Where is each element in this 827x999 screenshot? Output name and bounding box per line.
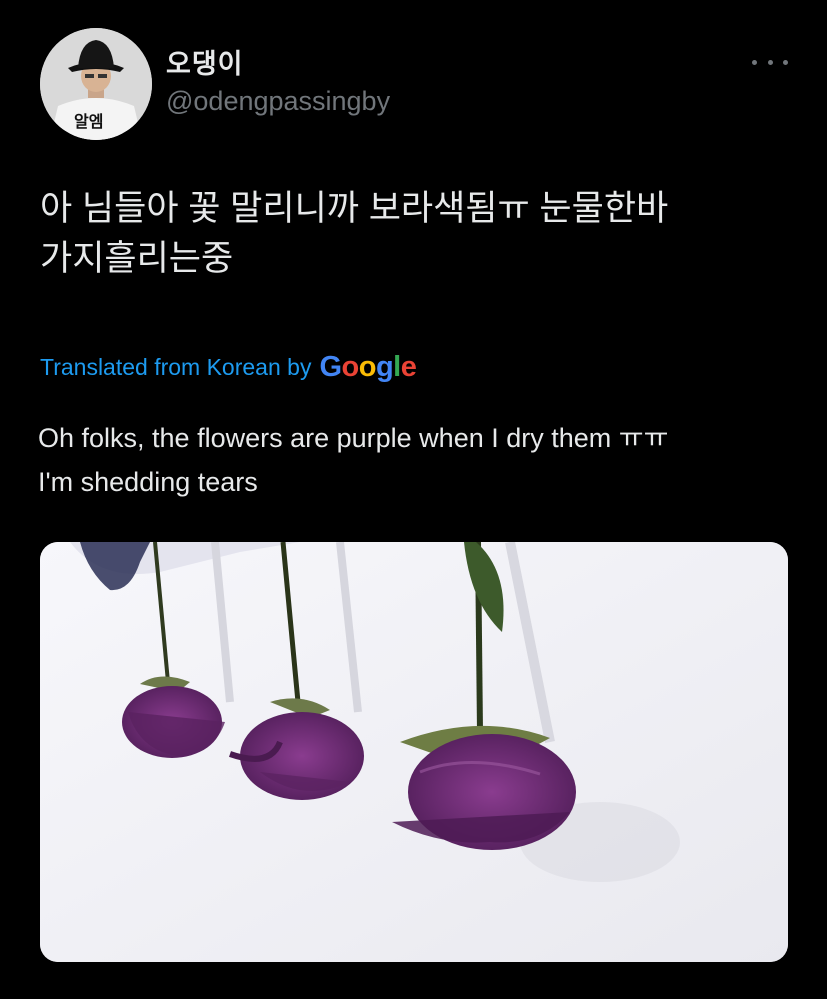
more-dot: [783, 59, 788, 65]
google-letter-g: G: [319, 350, 342, 383]
google-logo: Google: [319, 351, 416, 384]
tweet-photo[interactable]: [40, 542, 788, 962]
display-name[interactable]: 오댕이: [166, 42, 244, 81]
translation-attribution[interactable]: Translated from Korean by Google: [40, 350, 417, 384]
translated-text: Oh folks, the flowers are purple when I …: [38, 416, 808, 504]
more-horizontal-icon: [752, 59, 757, 65]
translated-from-label: Translated from Korean by: [40, 353, 312, 380]
google-letter-o1: o: [341, 350, 360, 383]
avatar[interactable]: 알엠: [40, 28, 152, 140]
translated-text-line-1: Oh folks, the flowers are purple when I …: [38, 423, 669, 453]
google-letter-e: e: [400, 350, 417, 383]
more-options-button[interactable]: [752, 50, 788, 74]
avatar-shirt-text: 알엠: [74, 112, 104, 131]
google-letter-g2: g: [375, 350, 394, 383]
translated-text-line-2: I'm shedding tears: [38, 467, 258, 497]
tweet-text-line-1: 아 님들아 꽃 말리니까 보라색됨ㅠ 눈물한바: [40, 189, 669, 228]
user-handle[interactable]: @odengpassingby: [166, 86, 390, 117]
google-letter-l: l: [393, 350, 401, 383]
more-dot: [767, 59, 773, 65]
tweet-text-line-2: 가지흘리는중: [40, 239, 234, 278]
dried-roses-image: [40, 542, 788, 962]
tweet-text: 아 님들아 꽃 말리니까 보라색됨ㅠ 눈물한바 가지흘리는중: [40, 184, 800, 284]
google-letter-o2: o: [358, 350, 377, 383]
